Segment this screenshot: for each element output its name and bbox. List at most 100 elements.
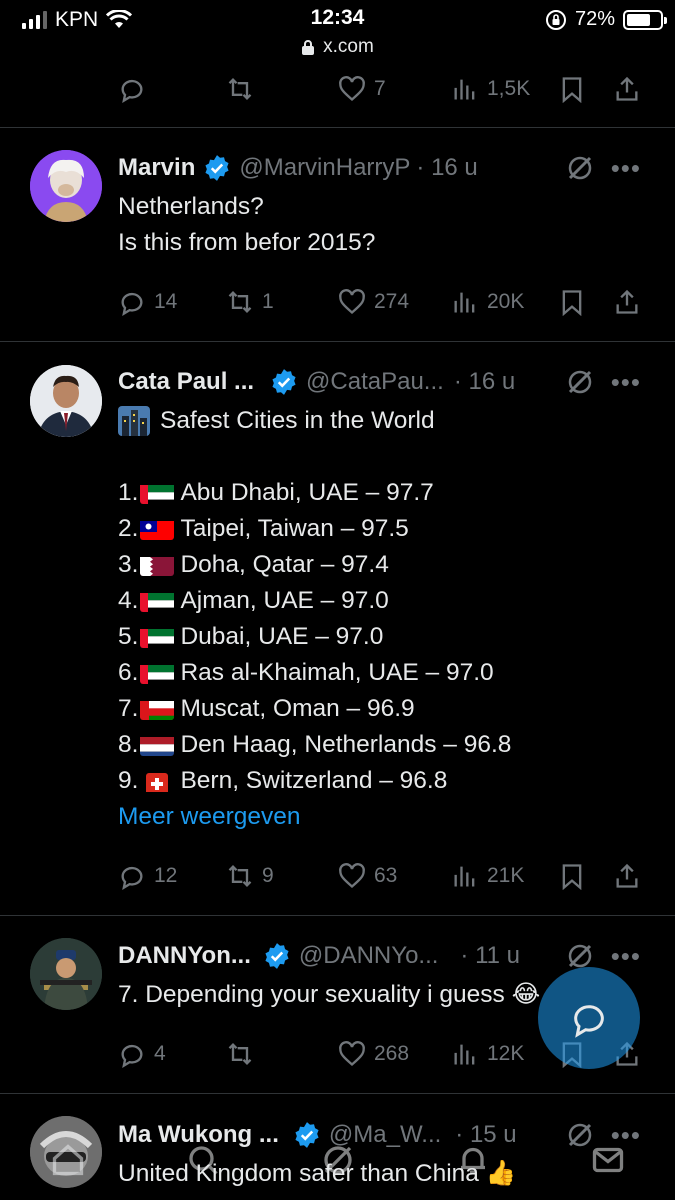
views-count: 12K (487, 1042, 525, 1065)
status-bar: KPN 12:34 x.com 72% (0, 0, 675, 66)
city-rank: 7. (118, 695, 139, 722)
grok-tab-icon[interactable] (320, 1142, 356, 1178)
author-name[interactable]: Marvin (118, 154, 195, 182)
city-rank: 1. (118, 479, 139, 506)
retweet-button[interactable] (226, 75, 254, 103)
bottom-tab-bar (0, 1120, 675, 1200)
bookmark-icon (562, 864, 582, 890)
city-list-item: 1. Abu Dhabi, UAE – 97.7 (118, 475, 648, 511)
author-handle[interactable]: @CataPau... (306, 368, 444, 396)
city-entry: Ras al-Khaimah, UAE – 97.0 (180, 659, 494, 686)
share-button[interactable] (613, 75, 641, 103)
author-name[interactable]: Cata Paul ... (118, 368, 254, 396)
search-icon[interactable] (185, 1142, 221, 1178)
city-list: 1. Abu Dhabi, UAE – 97.7 2. Taipei, Taiwan … (118, 475, 648, 799)
like-button[interactable]: 7 (338, 75, 386, 103)
views-button[interactable]: 20K (451, 288, 524, 316)
reply-button[interactable]: 12 (118, 862, 177, 890)
battery-icon (623, 9, 667, 30)
views-button[interactable]: 12K (451, 1040, 524, 1068)
city-rank: 2. (118, 515, 139, 542)
retweet-button[interactable]: 1 (226, 288, 274, 316)
city-rank: 9. (118, 767, 139, 794)
like-count: 274 (374, 290, 410, 313)
home-icon[interactable] (50, 1142, 86, 1178)
show-more-link[interactable]: Meer weergeven (118, 799, 648, 835)
avatar-image (30, 938, 102, 1010)
city-list-item: 5. Dubai, UAE – 97.0 (118, 619, 648, 655)
reply-button[interactable]: 4 (118, 1040, 166, 1068)
city-list-item: 2. Taipei, Taiwan – 97.5 (118, 511, 648, 547)
retweet-count: 1 (262, 290, 274, 313)
lock-icon (302, 40, 315, 55)
retweet-icon (228, 865, 252, 887)
city-list-item: 4. Ajman, UAE – 97.0 (118, 583, 648, 619)
like-button[interactable]: 274 (338, 288, 409, 316)
city-list-item: 6. Ras al-Khaimah, UAE – 97.0 (118, 655, 648, 691)
messages-icon[interactable] (590, 1142, 626, 1178)
tweet-time[interactable]: · 16 u (416, 154, 477, 182)
uae-flag-icon (140, 590, 175, 612)
grok-icon[interactable] (565, 367, 595, 397)
reply-button[interactable] (118, 75, 146, 103)
retweet-button[interactable] (226, 1040, 254, 1068)
like-button[interactable]: 63 (338, 862, 397, 890)
reply-button[interactable]: 14 (118, 288, 177, 316)
author-name[interactable]: DANNYon... (118, 942, 251, 970)
bookmark-button[interactable] (558, 75, 586, 103)
share-button[interactable] (613, 862, 641, 890)
heart-icon (339, 289, 365, 315)
city-rank: 8. (118, 731, 139, 758)
tweet-time[interactable]: · 16 u (454, 368, 515, 396)
views-icon (454, 292, 475, 313)
city-entry: Abu Dhabi, UAE – 97.7 (180, 479, 434, 506)
reply-count: 4 (154, 1042, 166, 1065)
like-button[interactable]: 268 (338, 1040, 409, 1068)
retweet-count: 9 (262, 864, 274, 887)
views-button[interactable]: 21K (451, 862, 524, 890)
address-bar[interactable]: x.com (0, 36, 675, 58)
heart-icon (339, 1041, 365, 1067)
more-options-icon[interactable]: ••• (611, 153, 641, 184)
city-entry: Bern, Switzerland – 96.8 (180, 767, 448, 794)
more-options-icon[interactable]: ••• (611, 941, 641, 972)
reply-icon (121, 79, 143, 103)
author-handle[interactable]: @DANNYo... (299, 942, 439, 970)
avatar[interactable] (30, 938, 102, 1010)
avatar[interactable] (30, 365, 102, 437)
more-options-icon[interactable]: ••• (611, 367, 641, 398)
avatar-image (30, 365, 102, 437)
author-handle[interactable]: @MarvinHarryP (239, 154, 410, 182)
reply-icon (121, 292, 143, 316)
share-icon (616, 76, 638, 101)
city-entry: Doha, Qatar – 97.4 (180, 551, 389, 578)
retweet-button[interactable]: 9 (226, 862, 274, 890)
tweet-time[interactable]: · 11 u (460, 942, 520, 970)
tweet-header: Marvin @MarvinHarryP · 16 u ••• (118, 151, 663, 185)
city-entry: Dubai, UAE – 97.0 (180, 623, 384, 650)
views-icon (454, 1044, 475, 1065)
views-button[interactable]: 1,5K (451, 75, 530, 103)
city-list-item: 8. Den Haag, Netherlands – 96.8 (118, 727, 648, 763)
bookmark-button[interactable] (558, 288, 586, 316)
share-button[interactable] (613, 288, 641, 316)
heart-icon (339, 76, 365, 102)
grok-icon[interactable] (565, 153, 595, 183)
tweet-header: Cata Paul ... @CataPau... · 16 u ••• (118, 365, 663, 399)
city-entry: Ajman, UAE – 97.0 (180, 587, 389, 614)
city-list-item: 3. Doha, Qatar – 97.4 (118, 547, 648, 583)
city-entry: Muscat, Oman – 96.9 (180, 695, 415, 722)
city-entry: Taipei, Taiwan – 97.5 (180, 515, 409, 542)
battery-percent: 72% (574, 8, 615, 30)
divider (0, 127, 675, 128)
compose-reply-button[interactable] (538, 967, 640, 1069)
orientation-lock-icon (545, 9, 566, 30)
bookmark-button[interactable] (558, 862, 586, 890)
cityscape-icon (118, 406, 150, 436)
like-count: 7 (374, 77, 386, 100)
netherlands-flag-icon (140, 734, 175, 756)
verified-badge-icon (272, 369, 296, 395)
reply-icon (121, 1044, 143, 1068)
notifications-icon[interactable] (455, 1142, 491, 1178)
avatar[interactable] (30, 150, 102, 222)
